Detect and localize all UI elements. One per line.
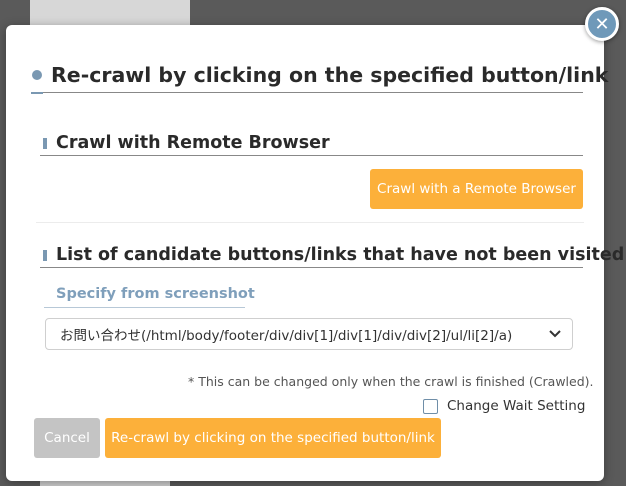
remote-browser-heading: Crawl with Remote Browser xyxy=(40,131,583,156)
wait-setting-checkbox[interactable] xyxy=(423,398,438,414)
close-modal-button[interactable]: ✕ xyxy=(585,7,619,41)
modal-title: Re-crawl by clicking on the specified bu… xyxy=(51,63,609,87)
recrawl-modal: Re-crawl by clicking on the specified bu… xyxy=(6,25,624,481)
specify-from-screenshot-link[interactable]: Specify from screenshot xyxy=(44,281,255,308)
crawl-remote-browser-button[interactable]: Crawl with a Remote Browser xyxy=(370,169,583,209)
modal-title-row: Re-crawl by clicking on the specified bu… xyxy=(31,58,608,93)
heading-bar-icon xyxy=(43,137,47,149)
specify-from-screenshot-label: Specify from screenshot xyxy=(56,286,255,302)
title-underline-accent xyxy=(31,92,43,94)
chevron-down-icon xyxy=(549,330,561,338)
section-divider xyxy=(36,222,584,223)
title-dot-icon xyxy=(32,70,42,80)
wait-setting-label: Change Wait Setting xyxy=(447,398,586,414)
remote-browser-heading-text: Crawl with Remote Browser xyxy=(56,133,330,153)
heading-bar-icon xyxy=(43,249,47,261)
close-icon: ✕ xyxy=(594,13,610,35)
crawl-finished-note: * This can be changed only when the craw… xyxy=(188,374,594,389)
recrawl-button[interactable]: Re-crawl by clicking on the specified bu… xyxy=(105,418,441,458)
candidate-select[interactable]: お問い合わせ(/html/body/footer/div/div[1]/div[… xyxy=(45,318,573,350)
cancel-button[interactable]: Cancel xyxy=(34,418,100,458)
wait-setting-checkbox-row[interactable]: Change Wait Setting xyxy=(423,398,585,414)
candidate-select-value: お問い合わせ(/html/body/footer/div/div[1]/div[… xyxy=(60,328,513,344)
candidates-heading-text: List of candidate buttons/links that hav… xyxy=(56,245,625,265)
candidates-heading: List of candidate buttons/links that hav… xyxy=(40,243,624,268)
